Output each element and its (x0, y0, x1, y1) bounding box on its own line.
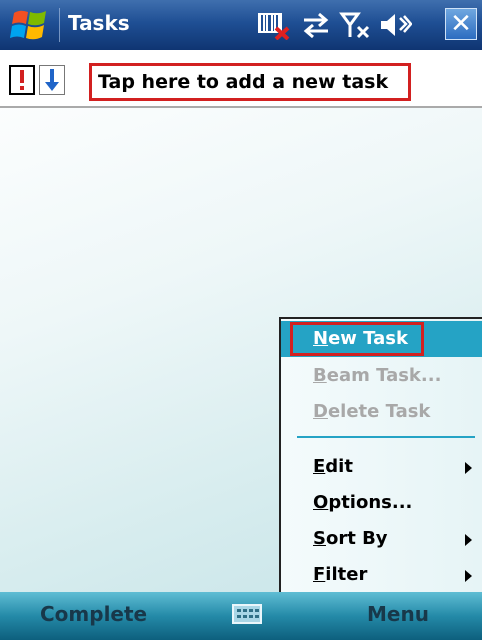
menu-item-label: Delete Task (313, 401, 431, 422)
menu-item-filter[interactable]: Filter (281, 557, 482, 593)
priority-low-button[interactable] (39, 65, 65, 95)
menu-item-sort-by[interactable]: Sort By (281, 521, 482, 557)
new-task-entry-bar: Tap here to add a new task (0, 50, 482, 108)
soft-key-bar: Complete Menu (0, 592, 482, 640)
menu-item-label: Beam Task... (313, 365, 442, 386)
volume-icon[interactable] (378, 10, 412, 40)
menu-item-label: New Task (313, 328, 408, 349)
menu-item-label: Sort By (313, 528, 388, 549)
signal-off-icon[interactable] (339, 10, 371, 40)
submenu-arrow-icon (465, 462, 472, 474)
arrow-down-icon (45, 69, 59, 91)
menu-item-label: Filter (313, 564, 368, 585)
menu-item-label: Edit (313, 456, 353, 477)
windows-start-icon[interactable] (8, 5, 54, 45)
menu-separator (297, 436, 475, 438)
keyboard-icon[interactable] (232, 604, 262, 624)
exclamation-icon (20, 70, 24, 90)
menu-item-beam-task: Beam Task... (281, 358, 482, 394)
priority-high-button[interactable] (9, 65, 35, 95)
menu-item-options[interactable]: Options... (281, 485, 482, 521)
new-task-input[interactable]: Tap here to add a new task (89, 63, 411, 101)
context-menu: New Task Beam Task... Delete Task Edit O… (279, 317, 482, 592)
menu-item-new-task[interactable]: New Task (281, 321, 482, 357)
title-bar: Tasks ✕ (0, 0, 482, 50)
menu-item-delete-task: Delete Task (281, 394, 482, 430)
menu-softkey[interactable]: Menu (367, 602, 429, 626)
complete-softkey[interactable]: Complete (40, 602, 147, 626)
title-separator (59, 8, 60, 42)
connectivity-icon[interactable] (301, 10, 331, 40)
submenu-arrow-icon (465, 570, 472, 582)
barcode-icon[interactable] (256, 10, 290, 40)
submenu-arrow-icon (465, 534, 472, 546)
close-button[interactable]: ✕ (445, 8, 477, 40)
menu-item-edit[interactable]: Edit (281, 449, 482, 485)
page-title: Tasks (68, 11, 130, 35)
menu-item-label: Options... (313, 492, 413, 513)
